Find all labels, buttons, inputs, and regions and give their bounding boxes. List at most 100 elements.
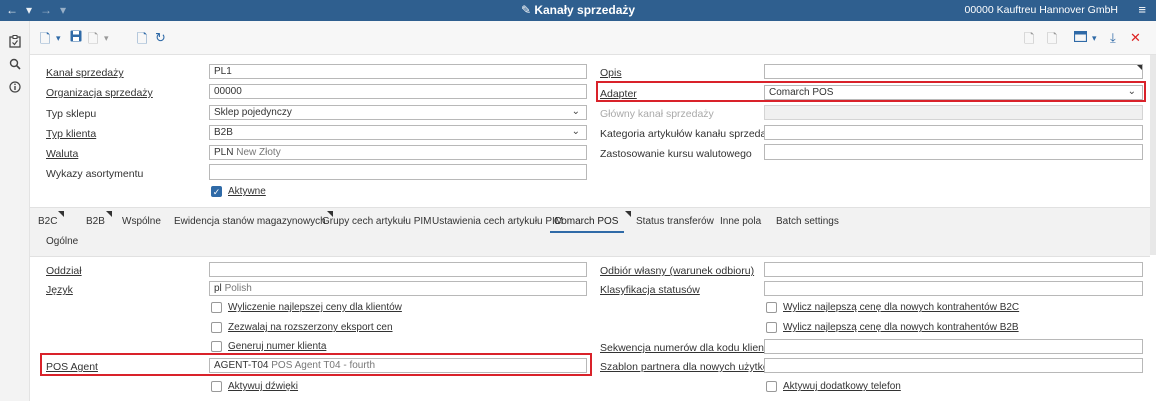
currency-code: PLN bbox=[214, 147, 234, 158]
add-icon[interactable]: 🗋 bbox=[1024, 30, 1034, 52]
tab-pim-groups[interactable]: Grupy cech artykułu PIM bbox=[322, 216, 431, 231]
checkbox-icon bbox=[211, 302, 222, 313]
tab-b2b[interactable]: B2B bbox=[86, 211, 112, 231]
expand-icon[interactable]: ⤓ bbox=[1110, 30, 1116, 46]
language-field[interactable]: pl Polish bbox=[209, 281, 587, 296]
shop-type-select[interactable]: Sklep pojedynczy ⌄ bbox=[209, 105, 587, 120]
toolbar: 🗋 ▾ 🗋 ▾ 🗋 ↻ 🗋 🗋 ▾ ⤓ ✕ bbox=[30, 21, 1156, 55]
checkbox-icon bbox=[211, 341, 222, 352]
article-category-label: Kategoria artykułów kanału sprzedaży bbox=[600, 128, 777, 140]
customer-type-select[interactable]: B2B ⌄ bbox=[209, 125, 587, 140]
flag-icon bbox=[58, 211, 65, 217]
adapter-highlight-box bbox=[596, 81, 1146, 102]
main-channel-field bbox=[764, 105, 1143, 120]
dropdown-icon[interactable]: ▾ bbox=[1092, 33, 1097, 44]
partner-template-field[interactable] bbox=[764, 358, 1143, 373]
refresh-icon[interactable]: ↻ bbox=[155, 30, 166, 46]
tab-label: Ewidencja stanów magazynowych bbox=[174, 216, 326, 227]
checkbox-icon bbox=[766, 322, 777, 333]
window-title-text: Kanały sprzedaży bbox=[534, 3, 636, 17]
tab-common[interactable]: Wspólne bbox=[122, 216, 161, 231]
info-icon[interactable] bbox=[8, 81, 22, 96]
number-sequence-field[interactable] bbox=[764, 339, 1143, 354]
sounds-checkbox[interactable]: Aktywuj dźwięki bbox=[211, 381, 298, 392]
company-label[interactable]: 00000 Kauftreu Hannover GmbH bbox=[964, 4, 1118, 16]
copy-icon[interactable]: 🗋 bbox=[137, 30, 147, 52]
left-rail bbox=[0, 21, 30, 401]
language-name: Polish bbox=[224, 283, 252, 294]
best-price-b2c-checkbox[interactable]: Wylicz najlepszą cenę dla nowych kontrah… bbox=[766, 302, 1019, 313]
pos-agent-highlight-box bbox=[40, 353, 592, 376]
new-document-icon[interactable]: 🗋 bbox=[40, 30, 50, 52]
tab-pim-settings[interactable]: Ustawienia cech artykułu PIM bbox=[432, 216, 563, 231]
tab-label: Comarch POS bbox=[554, 216, 619, 227]
checkbox-icon bbox=[766, 302, 777, 313]
tab-b2c[interactable]: B2C bbox=[38, 211, 65, 231]
save-as-icon[interactable]: 🗋 bbox=[88, 30, 98, 52]
generate-number-label: Generuj numer klienta bbox=[228, 341, 327, 352]
exchange-rate-field[interactable] bbox=[764, 144, 1143, 160]
tab-label: Batch settings bbox=[776, 216, 839, 227]
dropdown-icon[interactable]: ▾ bbox=[104, 33, 109, 44]
description-label: Opis bbox=[600, 67, 622, 79]
description-field[interactable] bbox=[764, 64, 1143, 79]
extra-phone-checkbox[interactable]: Aktywuj dodatkowy telefon bbox=[766, 381, 901, 392]
article-category-field[interactable] bbox=[764, 125, 1143, 140]
tab-label: Grupy cech artykułu PIM bbox=[322, 216, 432, 227]
main-channel-label: Główny kanał sprzedaży bbox=[600, 108, 714, 120]
tab-batch-settings[interactable]: Batch settings bbox=[776, 216, 839, 231]
tab-inventory[interactable]: Ewidencja stanów magazynowych bbox=[174, 211, 333, 231]
sounds-label: Aktywuj dźwięki bbox=[228, 381, 299, 392]
tab-bar: B2C B2B Wspólne Ewidencja stanów magazyn… bbox=[30, 207, 1150, 257]
active-checkbox[interactable]: ✓ Aktywne bbox=[211, 186, 266, 197]
branch-label: Oddział bbox=[46, 265, 82, 277]
title-bar: ← ▾ → ▾ ✎ Kanały sprzedaży 00000 Kauftre… bbox=[0, 0, 1156, 21]
pencil-icon: ✎ bbox=[520, 3, 531, 17]
pickup-field[interactable] bbox=[764, 262, 1143, 277]
flag-icon bbox=[105, 211, 112, 217]
checkbox-icon bbox=[211, 322, 222, 333]
tab-other-fields[interactable]: Inne pola bbox=[720, 216, 761, 231]
generate-number-checkbox[interactable]: Generuj numer klienta bbox=[211, 341, 326, 352]
window-icon[interactable] bbox=[1073, 30, 1088, 45]
hamburger-icon[interactable]: ≡ bbox=[1138, 2, 1146, 17]
tab-transfer-status[interactable]: Status transferów bbox=[636, 216, 714, 231]
currency-field[interactable]: PLN New Złoty bbox=[209, 145, 587, 160]
shop-type-value: Sklep pojedynczy bbox=[214, 107, 292, 118]
search-document-icon[interactable]: 🗋 bbox=[1047, 30, 1057, 52]
assortment-lists-field[interactable] bbox=[209, 164, 587, 180]
tab-label: B2C bbox=[38, 216, 58, 227]
branch-field[interactable] bbox=[209, 262, 587, 277]
best-price-b2b-label: Wylicz najlepszą cenę dla nowych kontrah… bbox=[783, 322, 1019, 333]
close-icon[interactable]: ✕ bbox=[1130, 30, 1141, 46]
extra-phone-label: Aktywuj dodatkowy telefon bbox=[783, 381, 901, 392]
corner-marker-icon bbox=[1136, 65, 1142, 71]
active-label: Aktywne bbox=[228, 186, 266, 197]
best-price-checkbox[interactable]: Wyliczenie najlepszej ceny dla klientów bbox=[211, 302, 402, 313]
checkmark-icon: ✓ bbox=[211, 186, 222, 197]
tab-label: B2B bbox=[86, 216, 105, 227]
best-price-b2b-checkbox[interactable]: Wylicz najlepszą cenę dla nowych kontrah… bbox=[766, 322, 1019, 333]
currency-name: New Złoty bbox=[236, 147, 281, 158]
sales-channel-value: PL1 bbox=[214, 66, 232, 77]
search-icon[interactable] bbox=[8, 58, 22, 73]
subtab-general[interactable]: Ogólne bbox=[46, 236, 78, 251]
language-code: pl bbox=[214, 283, 222, 294]
clipboard-icon[interactable] bbox=[8, 35, 22, 51]
sales-channel-field[interactable]: PL1 bbox=[209, 64, 587, 79]
customer-type-label: Typ klienta bbox=[46, 128, 97, 140]
assortment-lists-label: Wykazy asortymentu bbox=[46, 168, 144, 180]
dropdown-icon[interactable]: ▾ bbox=[56, 33, 61, 44]
tab-comarch-pos[interactable]: Comarch POS bbox=[550, 211, 632, 233]
save-icon[interactable] bbox=[70, 30, 82, 45]
best-price-b2c-label: Wylicz najlepszą cenę dla nowych kontrah… bbox=[783, 302, 1020, 313]
chevron-down-icon: ⌄ bbox=[571, 126, 580, 137]
scrollbar[interactable] bbox=[1150, 55, 1156, 255]
sales-organization-field[interactable]: 00000 bbox=[209, 84, 587, 99]
pickup-label: Odbiór własny (warunek odbioru) bbox=[600, 265, 755, 277]
extended-export-checkbox[interactable]: Zezwalaj na rozszerzony eksport cen bbox=[211, 322, 393, 333]
language-label: Język bbox=[46, 284, 73, 296]
status-classification-field[interactable] bbox=[764, 281, 1143, 296]
chevron-down-icon: ⌄ bbox=[571, 106, 580, 117]
tab-label: Inne pola bbox=[720, 216, 762, 227]
